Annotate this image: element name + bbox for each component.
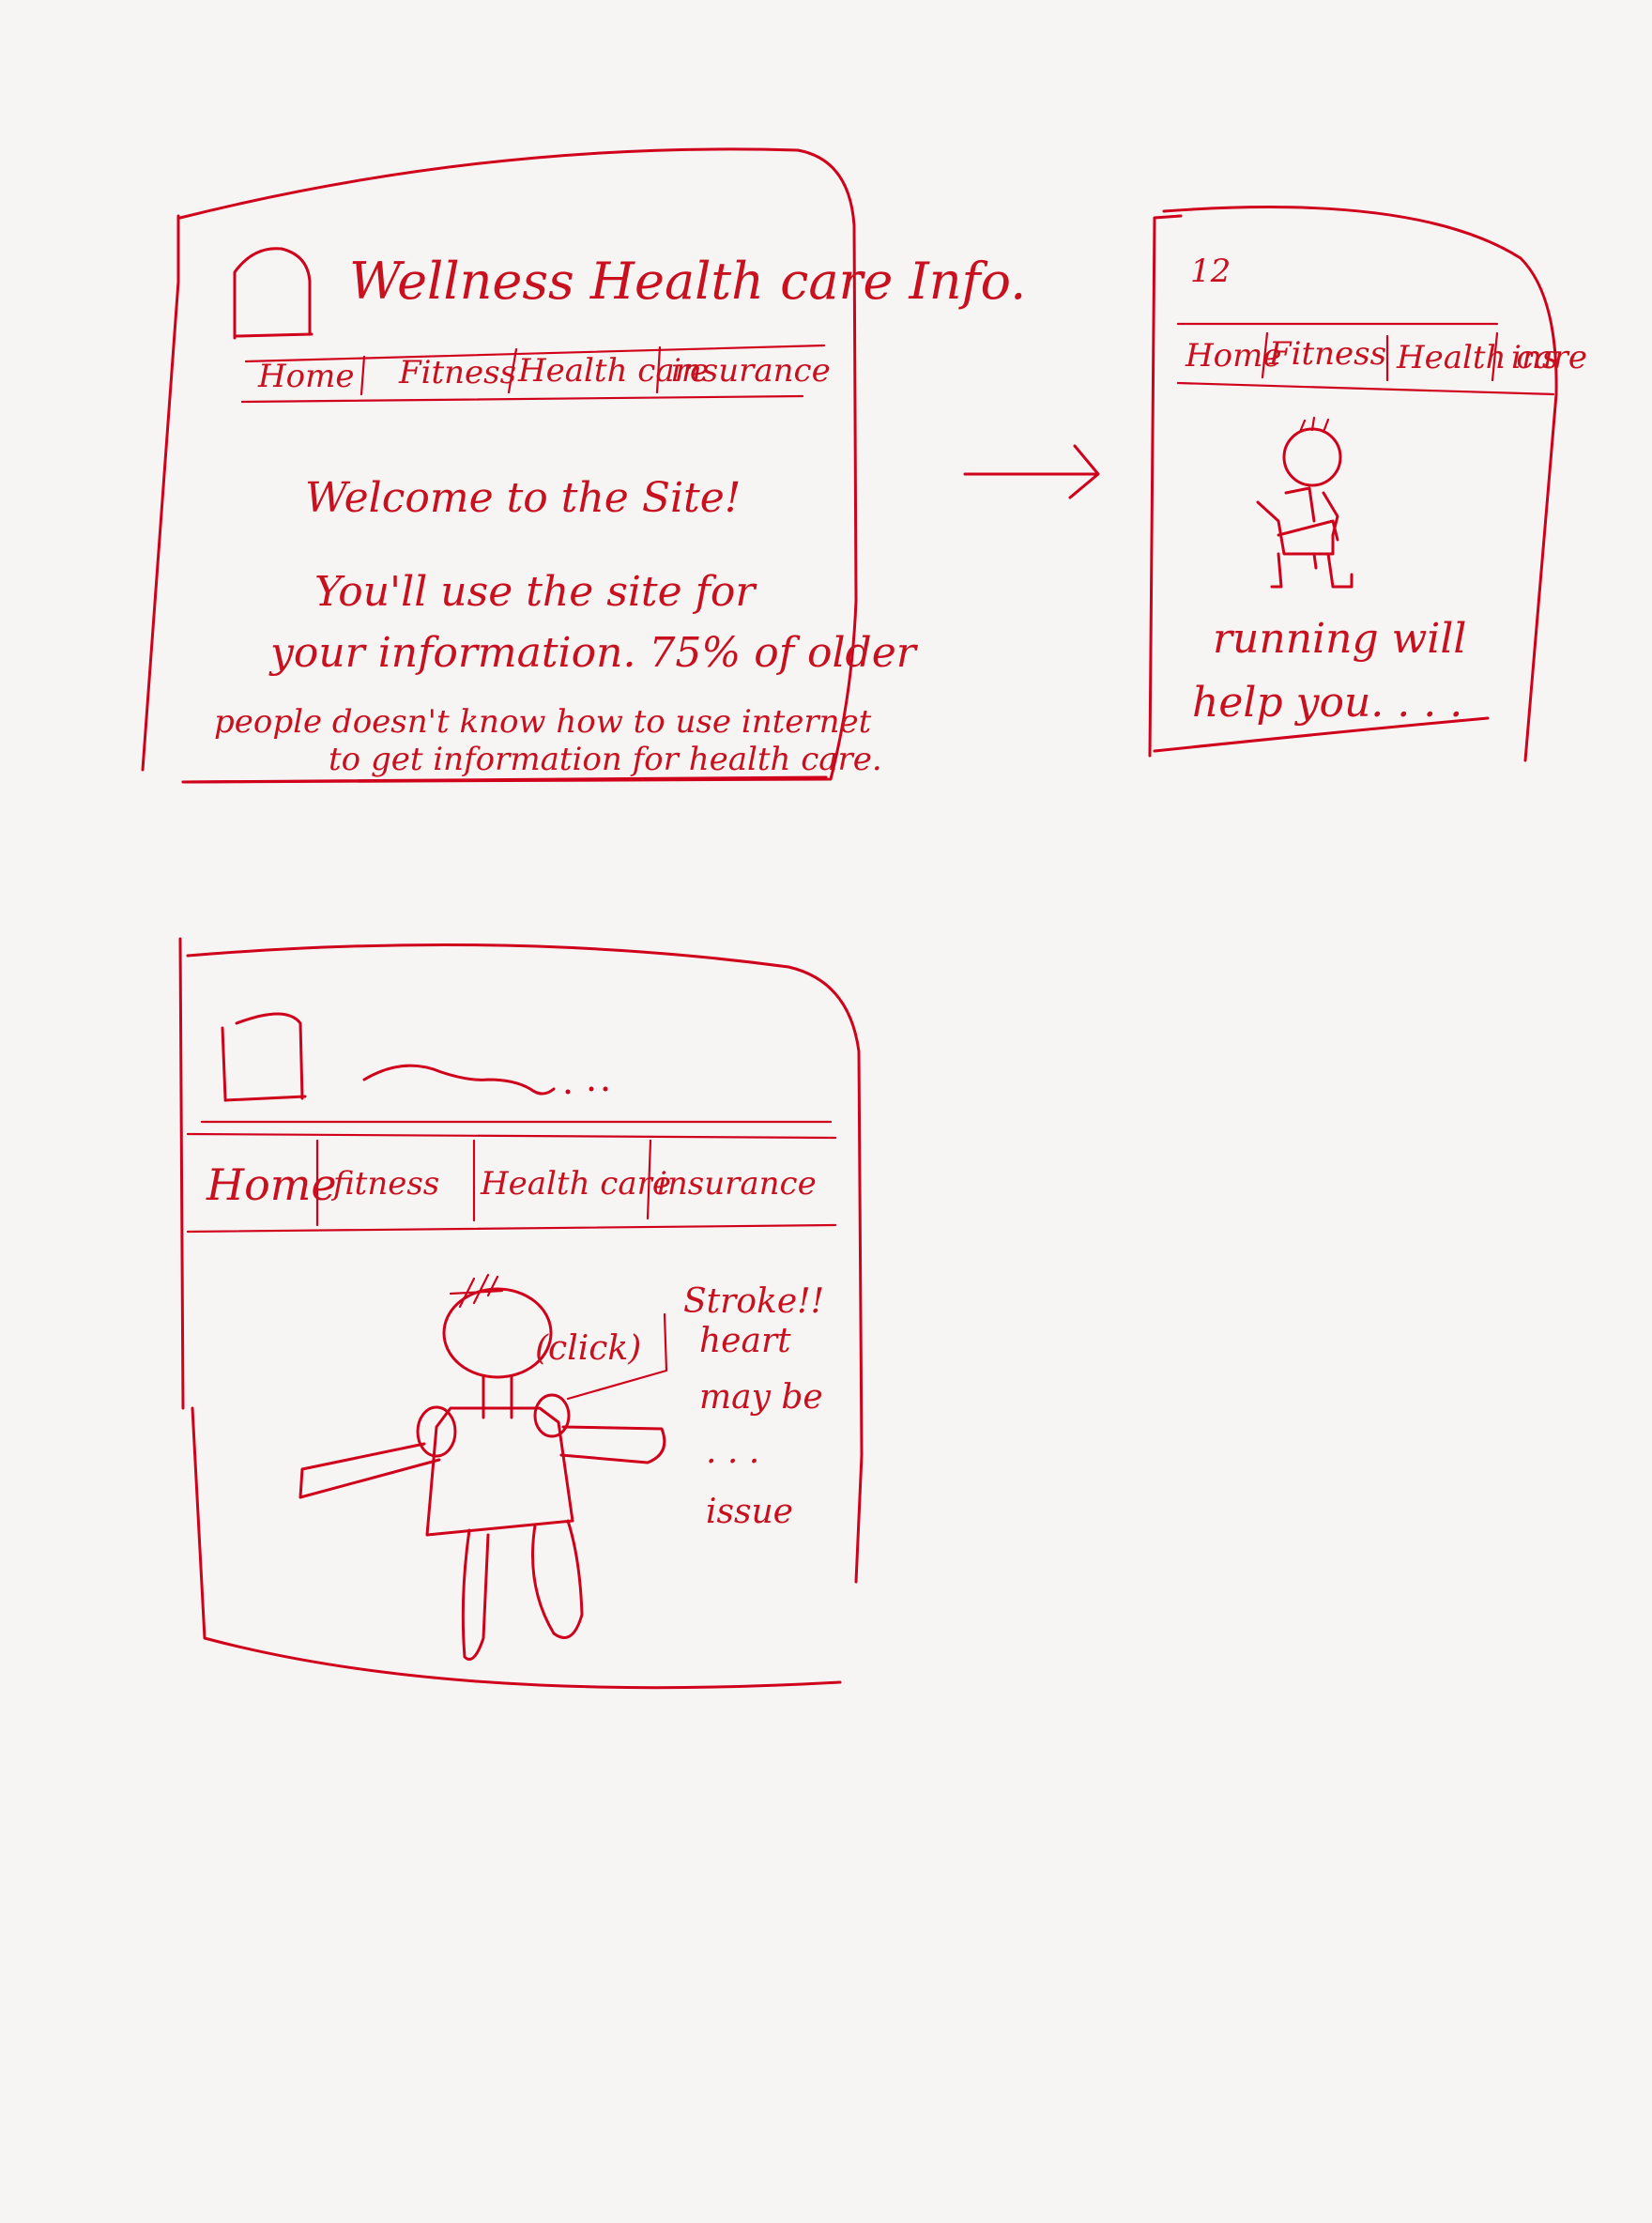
- frame-1-body-line-1: You'll use the site for: [314, 568, 757, 616]
- frame-3-side-note: Stroke!! heart may be . . . issue: [683, 1282, 824, 1531]
- frame-1-border: [141, 147, 858, 784]
- frame-2-nav-health-care[interactable]: Health care: [1396, 339, 1587, 376]
- frame-2-running-figure: [1256, 416, 1354, 589]
- frame-3-left-arm: [298, 1442, 441, 1499]
- frame-3-note-line-3: may be: [699, 1378, 823, 1417]
- frame-3-logo-placeholder: [221, 1012, 307, 1102]
- frame-3-note-line-5: issue: [706, 1493, 793, 1531]
- frame-3-right-arm: [559, 1425, 666, 1464]
- frame-1-body-line-3: people doesn't know how to use internet: [214, 703, 872, 741]
- frame-3-torso: [425, 1406, 574, 1537]
- frame-2-nav-insurance[interactable]: ins: [1511, 339, 1558, 376]
- frame-3-nav-bar: Home fitness Health care insurance: [186, 1120, 837, 1234]
- frame-3-click-label[interactable]: (click): [535, 1329, 641, 1368]
- frame-3-note-line-4: . . .: [706, 1433, 759, 1471]
- frame-2-header: 12: [1190, 253, 1231, 290]
- frame-3-nav-home[interactable]: Home: [206, 1159, 337, 1210]
- frame-2-caption-line-1: running will: [1213, 615, 1467, 663]
- frame-1-site-title: Wellness Health care Info.: [349, 252, 1026, 311]
- frame-1-body-line-2: your information. 75% of older: [268, 629, 919, 677]
- frame-2-mobile-fitness: 12 Home Fitness Health care ins running …: [1148, 206, 1587, 762]
- frame-3-note-line-1: Stroke!!: [683, 1282, 824, 1321]
- frame-1-welcome-text: Welcome to the Site!: [305, 474, 741, 522]
- frame-1-nav-fitness[interactable]: Fitness: [398, 354, 516, 391]
- frame-3-nav-fitness[interactable]: fitness: [330, 1165, 439, 1203]
- transition-arrow: [963, 444, 1100, 499]
- frame-2-caption-line-2: help you. . . .: [1192, 679, 1462, 727]
- frame-3-nav-insurance[interactable]: insurance: [657, 1165, 817, 1203]
- frame-2-nav-home[interactable]: Home: [1185, 337, 1281, 375]
- frame-3-title-placeholder: ~~~ . . .: [362, 1064, 608, 1096]
- frame-1-nav-bar: Home Fitness Health care insurance: [240, 344, 831, 404]
- frame-1-nav-home[interactable]: Home: [257, 358, 354, 395]
- frame-3-note-line-2: heart: [699, 1322, 791, 1360]
- frame-2-nav-bar: Home Fitness Health care ins: [1176, 322, 1587, 396]
- frame-2-nav-fitness[interactable]: Fitness: [1268, 335, 1386, 373]
- frame-1-logo-placeholder: [233, 247, 314, 340]
- frame-3-click-annotation: (click): [535, 1312, 668, 1401]
- frame-1-body-line-4: to get information for health care.: [329, 741, 882, 778]
- frame-1-nav-insurance[interactable]: insurance: [671, 352, 831, 390]
- frame-1-desktop-home: Wellness Health care Info. Home Fitness …: [141, 147, 1026, 784]
- frame-3-nav-health-care[interactable]: Health care: [480, 1165, 671, 1203]
- wireframe-sketch: Wellness Health care Info. Home Fitness …: [141, 147, 1587, 1690]
